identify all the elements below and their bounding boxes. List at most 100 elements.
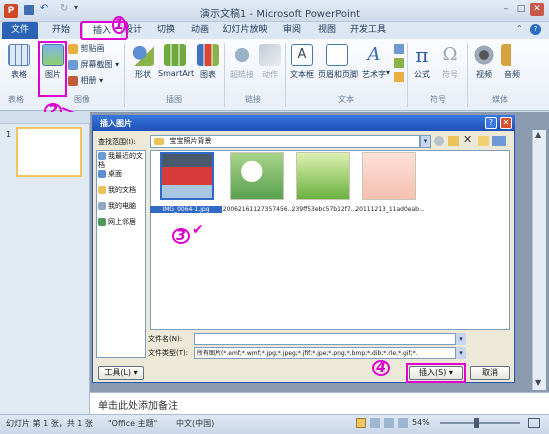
view-slideshow-icon[interactable] bbox=[398, 418, 408, 428]
tab-developer[interactable]: 开发工具 bbox=[346, 22, 390, 39]
textbox-icon: A bbox=[291, 44, 313, 66]
textbox-button[interactable]: A 文本框 bbox=[288, 44, 316, 80]
tools-button[interactable]: 工具(L) ▾ bbox=[98, 366, 144, 380]
fit-window-icon[interactable] bbox=[528, 418, 540, 428]
dialog-close-button[interactable]: ✕ bbox=[500, 117, 512, 129]
tab-file[interactable]: 文件 bbox=[2, 22, 38, 39]
zoom-slider[interactable] bbox=[440, 422, 520, 424]
header-footer-button[interactable]: 页眉和页脚 bbox=[318, 44, 358, 80]
action-button[interactable]: 动作 bbox=[258, 44, 282, 80]
wordart-button[interactable]: A 艺术字 bbox=[360, 44, 388, 80]
tab-slideshow[interactable]: 幻灯片放映 bbox=[220, 22, 270, 39]
smartart-button[interactable]: SmartArt bbox=[158, 44, 194, 78]
screenshot-button[interactable]: 屏幕截图 ▾ bbox=[68, 59, 119, 70]
maximize-button[interactable]: □ bbox=[514, 3, 528, 16]
tab-review[interactable]: 审阅 bbox=[277, 22, 307, 39]
redo-icon[interactable]: ↻ bbox=[60, 3, 68, 14]
status-slide-count: 幻灯片 第 1 张，共 1 张 bbox=[6, 419, 93, 428]
video-icon bbox=[473, 44, 495, 66]
vertical-scrollbar[interactable] bbox=[532, 130, 546, 390]
new-folder-icon[interactable] bbox=[478, 136, 489, 146]
up-folder-icon[interactable] bbox=[448, 136, 459, 146]
picture-highlight-box bbox=[38, 41, 67, 97]
tab-transitions[interactable]: 切换 bbox=[151, 22, 181, 39]
clipart-button[interactable]: 剪贴画 bbox=[68, 43, 105, 54]
filetype-dropdown-icon[interactable]: ▾ bbox=[456, 347, 466, 359]
close-button[interactable]: ✕ bbox=[530, 3, 544, 16]
video-button[interactable]: 视频 bbox=[472, 44, 496, 80]
zoom-slider-thumb[interactable] bbox=[474, 418, 479, 428]
nav-desktop[interactable]: 桌面 bbox=[98, 170, 144, 179]
annotation-marker-4: 4 bbox=[372, 360, 390, 376]
file-name[interactable]: 239ff53ebc57b12f7... bbox=[288, 206, 360, 213]
file-thumbnail[interactable] bbox=[362, 152, 416, 200]
hyperlink-button[interactable]: 超链接 bbox=[228, 44, 256, 80]
group-label-illustrations: 插图 bbox=[166, 95, 182, 104]
wordart-dropdown-icon[interactable]: ▾ bbox=[386, 68, 390, 77]
nav-network[interactable]: 网上邻居 bbox=[98, 218, 144, 227]
file-name[interactable]: IMG_0064-1.jpg bbox=[150, 206, 222, 213]
views-icon[interactable] bbox=[492, 136, 506, 146]
formula-label: 公式 bbox=[414, 70, 430, 79]
text-small-icon[interactable] bbox=[394, 58, 404, 68]
album-button[interactable]: 相册 ▾ bbox=[68, 75, 103, 86]
wordart-label: 艺术字 bbox=[362, 70, 386, 79]
nav-recent[interactable]: 我最近的文档 bbox=[98, 152, 144, 170]
chart-button[interactable]: 图表 bbox=[196, 44, 220, 80]
video-label: 视频 bbox=[476, 70, 492, 79]
separator bbox=[467, 43, 468, 107]
screenshot-dropdown-icon: ▾ bbox=[115, 60, 120, 69]
separator bbox=[285, 43, 286, 107]
file-thumbnail[interactable] bbox=[230, 152, 284, 200]
album-label: 相册 bbox=[80, 76, 97, 85]
zoom-level[interactable]: 54% bbox=[412, 418, 430, 427]
table-button[interactable]: 表格 bbox=[6, 44, 32, 80]
audio-button[interactable]: 音频 bbox=[500, 44, 524, 80]
cancel-button[interactable]: 取消 bbox=[470, 366, 510, 380]
separator bbox=[224, 43, 225, 107]
file-name[interactable]: 20062161127357456... bbox=[222, 206, 294, 213]
filename-input[interactable] bbox=[194, 333, 456, 345]
group-label-symbols: 符号 bbox=[430, 95, 446, 104]
filetype-select[interactable]: 所有图片(*.emf;*.wmf;*.jpg;*.jpeg;*.jfif;*.j… bbox=[194, 347, 456, 359]
file-name[interactable]: 20111213_11ad0eab... bbox=[354, 206, 426, 213]
slide-number: 1 bbox=[6, 130, 12, 139]
help-icon[interactable]: ? bbox=[530, 24, 541, 35]
save-icon[interactable] bbox=[24, 5, 34, 15]
tab-animations[interactable]: 动画 bbox=[185, 22, 215, 39]
back-icon[interactable] bbox=[434, 136, 444, 146]
slide-thumbnail[interactable] bbox=[16, 127, 82, 177]
symbol-button[interactable]: Ω 符号 bbox=[438, 44, 462, 80]
view-sorter-icon[interactable] bbox=[370, 418, 380, 428]
dialog-title-bar bbox=[92, 115, 515, 131]
file-thumbnail[interactable] bbox=[296, 152, 350, 200]
minimize-button[interactable]: – bbox=[499, 3, 513, 16]
filename-dropdown-icon[interactable]: ▾ bbox=[456, 333, 466, 345]
scroll-down-icon[interactable]: ▼ bbox=[535, 378, 541, 387]
view-reading-icon[interactable] bbox=[384, 418, 394, 428]
dialog-help-button[interactable]: ? bbox=[485, 117, 497, 129]
lookin-dropdown-icon[interactable]: ▾ bbox=[420, 135, 431, 148]
file-thumbnail[interactable] bbox=[160, 152, 214, 200]
shapes-button[interactable]: 形状 bbox=[130, 44, 156, 80]
lookin-select[interactable]: 宝宝照片背景 bbox=[150, 135, 420, 148]
tools-label: 工具(L) bbox=[104, 368, 132, 377]
text-small-icon[interactable] bbox=[394, 44, 404, 54]
places-bar bbox=[96, 150, 146, 358]
screenshot-label: 屏幕截图 bbox=[80, 60, 113, 69]
scroll-up-icon[interactable]: ▲ bbox=[535, 130, 541, 139]
nav-documents[interactable]: 我的文档 bbox=[98, 186, 144, 195]
delete-icon[interactable]: ✕ bbox=[463, 133, 472, 146]
undo-icon[interactable]: ↶ bbox=[40, 3, 48, 14]
screenshot-icon bbox=[68, 59, 78, 70]
view-normal-icon[interactable] bbox=[356, 418, 366, 428]
tab-view[interactable]: 视图 bbox=[312, 22, 342, 39]
tab-home[interactable]: 开始 bbox=[46, 22, 76, 39]
ribbon-minimize-icon[interactable]: ⌃ bbox=[516, 24, 523, 33]
filetype-value: 所有图片(*.emf;*.wmf;*.jpg;*.jpeg;*.jfif;*.j… bbox=[197, 350, 418, 357]
nav-computer[interactable]: 我的电脑 bbox=[98, 202, 144, 211]
insert-button[interactable]: 插入(S) ▾ bbox=[409, 366, 463, 380]
text-small-icon[interactable] bbox=[394, 72, 404, 82]
formula-button[interactable]: π 公式 bbox=[410, 44, 434, 80]
quick-access-dropdown-icon[interactable]: ▾ bbox=[74, 3, 78, 12]
